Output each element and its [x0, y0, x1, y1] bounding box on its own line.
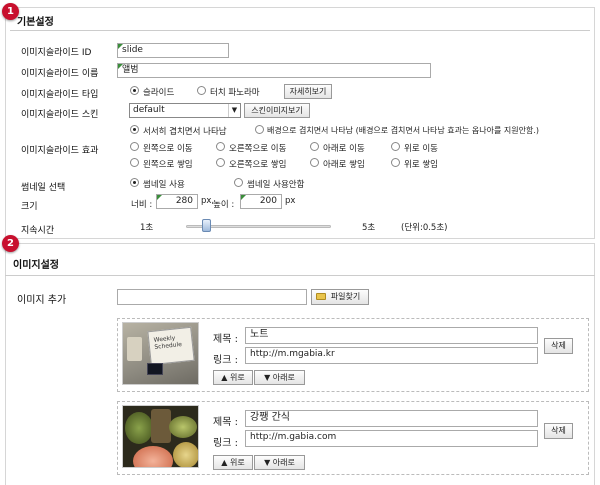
move-down-button[interactable]: ▼ 아래로: [254, 455, 305, 470]
duration-unit: (단위:0.5초): [401, 223, 448, 233]
move-up-button[interactable]: ▲ 위로: [213, 455, 253, 470]
thumb-radio-use[interactable]: [130, 178, 139, 187]
title-input[interactable]: 강쨍 간식: [245, 410, 538, 427]
effect-radio-stack-left[interactable]: [130, 158, 139, 167]
slide-skin-label: 이미지슬라이드 스킨: [21, 110, 99, 120]
add-image-label: 이미지 추가: [17, 295, 67, 306]
thumbnail-food: [133, 446, 173, 467]
file-path-input[interactable]: [117, 289, 307, 305]
width-input[interactable]: 280: [156, 194, 198, 209]
slide-name-label: 이미지슬라이드 이름: [21, 69, 99, 79]
effect-option-label: 왼쪽으로 쌓임: [143, 160, 193, 170]
effect-option-label: 배경으로 겹치면서 나타남 (배경으로 겹치면서 나타남 효과는 옵나아를 지원…: [267, 126, 540, 135]
chevron-down-icon: ▼: [228, 104, 240, 117]
duration-max: 5초: [362, 223, 376, 233]
thumb-option-label: 썸네일 사용안함: [247, 180, 305, 190]
link-input[interactable]: http://m.mgabia.kr: [245, 347, 538, 364]
thumbnail-label: 썸네일 선택: [21, 183, 66, 193]
file-browse-label: 파일찾기: [330, 292, 361, 301]
effect-radio-move-up[interactable]: [391, 142, 400, 151]
effect-radio-stack-down[interactable]: [310, 158, 319, 167]
thumb-radio-none[interactable]: [234, 178, 243, 187]
duration-slider-handle[interactable]: [202, 219, 211, 232]
link-label: 링크 :: [213, 438, 238, 449]
delete-button[interactable]: 삭제: [544, 423, 573, 439]
section-1-badge: 1: [2, 3, 19, 20]
effect-option-label: 위로 이동: [404, 144, 438, 154]
type-radio-slide[interactable]: [130, 86, 139, 95]
image-thumbnail[interactable]: Weekly Schedule: [122, 322, 199, 385]
move-down-button[interactable]: ▼ 아래로: [254, 370, 305, 385]
link-input[interactable]: http://m.gabia.com: [245, 430, 538, 447]
thumbnail-device: [147, 363, 163, 375]
effect-radio-bg-fade[interactable]: [255, 125, 264, 134]
effect-radio-move-right[interactable]: [216, 142, 225, 151]
divider: [5, 275, 595, 276]
height-label: 높이 :: [213, 200, 235, 210]
duration-min: 1초: [140, 223, 154, 233]
file-browse-button[interactable]: 파일찾기: [311, 289, 369, 305]
type-detail-button[interactable]: 자세히보기: [284, 84, 332, 99]
effect-option-label: 오른쪽으로 이동: [229, 144, 287, 154]
section-2-badge: 2: [2, 235, 19, 252]
title-input[interactable]: 노트: [245, 327, 538, 344]
skin-select[interactable]: default ▼: [129, 103, 241, 118]
divider: [10, 30, 590, 31]
slide-id-label: 이미지슬라이드 ID: [21, 48, 92, 58]
image-thumbnail[interactable]: [122, 405, 199, 468]
effect-option-label: 아래로 이동: [323, 144, 365, 154]
effect-radio-fade[interactable]: [130, 125, 139, 134]
basic-settings-title: 기본설정: [17, 17, 54, 28]
size-label: 크기: [21, 202, 38, 212]
thumbnail-food: [125, 412, 153, 444]
effect-radio-move-down[interactable]: [310, 142, 319, 151]
width-label: 너비 :: [131, 200, 153, 210]
title-label: 제목 :: [213, 417, 238, 428]
slide-type-label: 이미지슬라이드 타입: [21, 90, 99, 100]
skin-preview-button[interactable]: 스킨이미지보기: [244, 103, 310, 118]
effect-option-label: 오른쪽으로 쌓임: [229, 160, 287, 170]
height-unit: px: [285, 196, 296, 206]
type-option-label: 터치 파노라마: [210, 88, 260, 98]
effect-radio-stack-right[interactable]: [216, 158, 225, 167]
slide-name-input[interactable]: 앨범: [117, 63, 431, 78]
effect-option-label: 아래로 쌓임: [323, 160, 365, 170]
thumbnail-cup: [127, 337, 142, 361]
move-up-button[interactable]: ▲ 위로: [213, 370, 253, 385]
effect-radio-stack-up[interactable]: [391, 158, 400, 167]
skin-select-value: default: [133, 105, 165, 115]
slide-effect-label: 이미지슬라이드 효과: [21, 146, 99, 156]
basic-settings-section: [5, 7, 595, 239]
thumbnail-food: [173, 442, 198, 467]
type-radio-panorama[interactable]: [197, 86, 206, 95]
thumbnail-food: [169, 416, 197, 438]
delete-button[interactable]: 삭제: [544, 338, 573, 354]
type-option-label: 슬라이드: [143, 88, 175, 98]
effect-radio-move-left[interactable]: [130, 142, 139, 151]
duration-label: 지속시간: [21, 226, 55, 236]
thumbnail-food: [151, 409, 171, 443]
thumb-option-label: 썸네일 사용: [143, 180, 185, 190]
effect-option-label: 위로 쌓임: [404, 160, 438, 170]
image-settings-title: 이미지설정: [13, 260, 59, 271]
title-label: 제목 :: [213, 334, 238, 345]
height-input[interactable]: 200: [240, 194, 282, 209]
link-label: 링크 :: [213, 355, 238, 366]
slide-id-input[interactable]: slide: [117, 43, 229, 58]
effect-option-label: 서서히 겹치면서 나타남: [143, 127, 227, 137]
folder-icon: [316, 293, 326, 300]
effect-option-label: 왼쪽으로 이동: [143, 144, 193, 154]
